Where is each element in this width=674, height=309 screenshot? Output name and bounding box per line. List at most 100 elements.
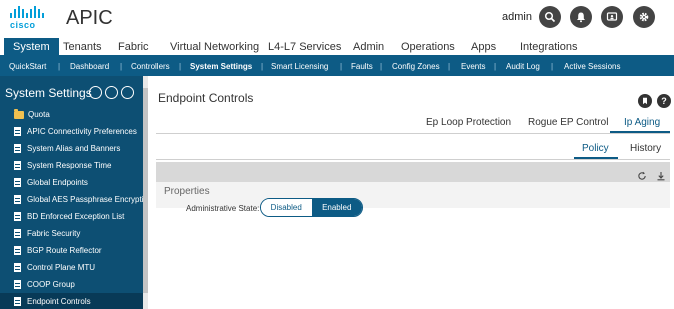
sidebar-item-label: BGP Route Reflector xyxy=(27,246,102,255)
subtab-policy[interactable]: Policy xyxy=(582,143,609,154)
tab-fabric[interactable]: Fabric xyxy=(118,38,149,57)
sidebar-item-aes-passphrase[interactable]: Global AES Passphrase Encryptio xyxy=(0,191,143,208)
sidebar-item-endpoint-controls[interactable]: Endpoint Controls xyxy=(0,293,143,309)
bell-icon[interactable] xyxy=(570,6,592,28)
sidebar-title: System Settings xyxy=(5,86,92,100)
sidebar-item-label: Quota xyxy=(28,110,50,119)
sidebar-item-fabric-security[interactable]: Fabric Security xyxy=(0,225,143,242)
sidebar-item-alias-banners[interactable]: System Alias and Banners xyxy=(0,140,143,157)
sidebar-item-apic-connectivity[interactable]: APIC Connectivity Preferences xyxy=(0,123,143,140)
tab-rogue-ep-control[interactable]: Rogue EP Control xyxy=(528,117,608,128)
subnav-separator: | xyxy=(340,62,343,71)
subnav-separator: | xyxy=(380,62,383,71)
sidebar-item-label: System Response Time xyxy=(27,161,112,170)
subnav-separator: | xyxy=(120,62,123,71)
properties-heading: Properties xyxy=(164,186,210,197)
subnav-separator: | xyxy=(58,62,61,71)
gear-icon[interactable] xyxy=(633,6,655,28)
help-icon[interactable]: ? xyxy=(657,94,671,108)
sidebar-item-label: Control Plane MTU xyxy=(27,263,96,272)
content-pane: Endpoint Controls ? Ep Loop Protection R… xyxy=(148,76,674,309)
username[interactable]: admin xyxy=(502,11,532,23)
document-icon xyxy=(14,195,21,204)
subnav-separator: | xyxy=(179,62,182,71)
sub-nav: QuickStart | Dashboard | Controllers | S… xyxy=(0,57,674,76)
folder-icon xyxy=(14,108,24,119)
subnav-audit-log[interactable]: Audit Log xyxy=(506,57,540,76)
sidebar-item-label: APIC Connectivity Preferences xyxy=(27,127,137,136)
sidebar-list: Quota APIC Connectivity Preferences Syst… xyxy=(0,106,143,309)
toolbar xyxy=(156,162,670,182)
document-icon xyxy=(14,263,21,272)
sidebar-item-label: Global Endpoints xyxy=(27,178,88,187)
admin-state-toggle[interactable]: Disabled Enabled xyxy=(260,198,363,217)
sidebar-item-quota[interactable]: Quota xyxy=(0,106,143,123)
subnav-faults[interactable]: Faults xyxy=(351,57,373,76)
subtabs-divider xyxy=(156,159,670,160)
download-icon[interactable] xyxy=(656,168,666,181)
sidebar-item-control-plane-mtu[interactable]: Control Plane MTU xyxy=(0,259,143,276)
document-icon xyxy=(14,144,21,153)
sidebar-item-label: System Alias and Banners xyxy=(27,144,121,153)
sidebar-item-label: Endpoint Controls xyxy=(27,297,91,306)
document-icon xyxy=(14,127,21,136)
subnav-separator: | xyxy=(448,62,451,71)
sidebar-collapse-icon[interactable] xyxy=(89,86,102,99)
subnav-separator: | xyxy=(261,62,264,71)
tab-operations[interactable]: Operations xyxy=(401,38,455,57)
tab-ip-aging[interactable]: Ip Aging xyxy=(624,117,660,128)
sidebar-item-global-endpoints[interactable]: Global Endpoints xyxy=(0,174,143,191)
sidebar-item-coop-group[interactable]: COOP Group xyxy=(0,276,143,293)
app-header: cisco APIC admin xyxy=(0,0,674,38)
tab-l4-l7-services[interactable]: L4-L7 Services xyxy=(268,38,341,57)
sidebar-item-response-time[interactable]: System Response Time xyxy=(0,157,143,174)
subnav-controllers[interactable]: Controllers xyxy=(131,57,170,76)
bookmark-icon[interactable] xyxy=(638,94,652,108)
refresh-icon[interactable] xyxy=(637,168,647,180)
admin-state-label: Administrative State: xyxy=(186,204,260,213)
tab-apps[interactable]: Apps xyxy=(471,38,496,57)
subnav-separator: | xyxy=(494,62,497,71)
subnav-dashboard[interactable]: Dashboard xyxy=(70,57,109,76)
sidebar-refresh-icon[interactable] xyxy=(121,86,134,99)
document-icon xyxy=(14,297,21,306)
sidebar-item-bgp-route-reflector[interactable]: BGP Route Reflector xyxy=(0,242,143,259)
sidebar-list-icon[interactable] xyxy=(105,86,118,99)
admin-state-enabled-option[interactable]: Enabled xyxy=(311,199,362,216)
subtab-history[interactable]: History xyxy=(630,143,661,154)
tab-tenants[interactable]: Tenants xyxy=(63,38,102,57)
document-icon xyxy=(14,246,21,255)
subnav-smart-licensing[interactable]: Smart Licensing xyxy=(271,57,328,76)
sidebar-item-label: Global AES Passphrase Encryptio xyxy=(27,195,143,204)
subnav-active-sessions[interactable]: Active Sessions xyxy=(564,57,620,76)
logo-text: cisco xyxy=(10,20,36,30)
sidebar-item-label: COOP Group xyxy=(27,280,75,289)
tabs-divider xyxy=(156,133,670,134)
page-title: Endpoint Controls xyxy=(158,91,254,105)
sidebar-item-label: BD Enforced Exception List xyxy=(27,212,125,221)
tab-virtual-networking[interactable]: Virtual Networking xyxy=(170,38,259,57)
document-icon xyxy=(14,161,21,170)
tasks-icon[interactable] xyxy=(601,6,623,28)
sidebar-item-label: Fabric Security xyxy=(27,229,81,238)
tab-admin[interactable]: Admin xyxy=(353,38,384,57)
main-nav: System Tenants Fabric Virtual Networking… xyxy=(0,38,674,57)
cisco-logo[interactable]: cisco xyxy=(10,6,44,34)
document-icon xyxy=(14,212,21,221)
subnav-events[interactable]: Events xyxy=(461,57,485,76)
document-icon xyxy=(14,178,21,187)
sidebar-item-bd-exception[interactable]: BD Enforced Exception List xyxy=(0,208,143,225)
tab-ep-loop-protection[interactable]: Ep Loop Protection xyxy=(426,117,511,128)
subnav-system-settings[interactable]: System Settings xyxy=(190,57,252,76)
sidebar: System Settings Quota APIC Connectivity … xyxy=(0,76,143,309)
app-title: APIC xyxy=(66,7,113,29)
document-icon xyxy=(14,280,21,289)
subnav-config-zones[interactable]: Config Zones xyxy=(392,57,440,76)
tab-integrations[interactable]: Integrations xyxy=(520,38,577,57)
tab-system[interactable]: System xyxy=(4,38,59,57)
subnav-separator: | xyxy=(551,62,554,71)
document-icon xyxy=(14,229,21,238)
search-icon[interactable] xyxy=(539,6,561,28)
admin-state-disabled-option[interactable]: Disabled xyxy=(261,199,312,216)
subnav-quickstart[interactable]: QuickStart xyxy=(9,57,46,76)
